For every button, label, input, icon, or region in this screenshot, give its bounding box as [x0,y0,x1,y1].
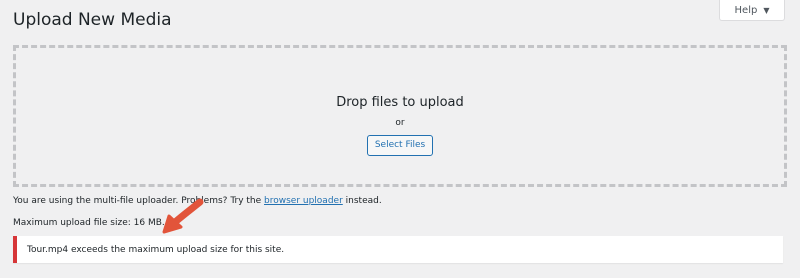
page-title: Upload New Media [13,10,172,30]
annotation-arrow-icon [162,198,204,234]
drop-zone-content: Drop files to upload or Select Files [16,95,784,156]
error-notice: Tour.mp4 exceeds the maximum upload size… [13,236,783,263]
help-tab-button[interactable]: Help ▼ [719,0,785,21]
drop-zone[interactable]: Drop files to upload or Select Files [13,45,787,187]
browser-uploader-link[interactable]: browser uploader [264,196,343,206]
select-files-button[interactable]: Select Files [366,135,434,156]
uploader-note-prefix: You are using the multi-file uploader. P… [13,196,265,206]
drop-zone-or: or [395,118,405,128]
help-label: Help [734,4,758,16]
error-message: Tour.mp4 exceeds the maximum upload size… [27,244,285,255]
drop-zone-title: Drop files to upload [336,95,464,110]
max-upload-size: Maximum upload file size: 16 MB. [13,218,165,228]
uploader-note-suffix: instead. [342,196,382,206]
caret-down-icon: ▼ [763,5,770,15]
